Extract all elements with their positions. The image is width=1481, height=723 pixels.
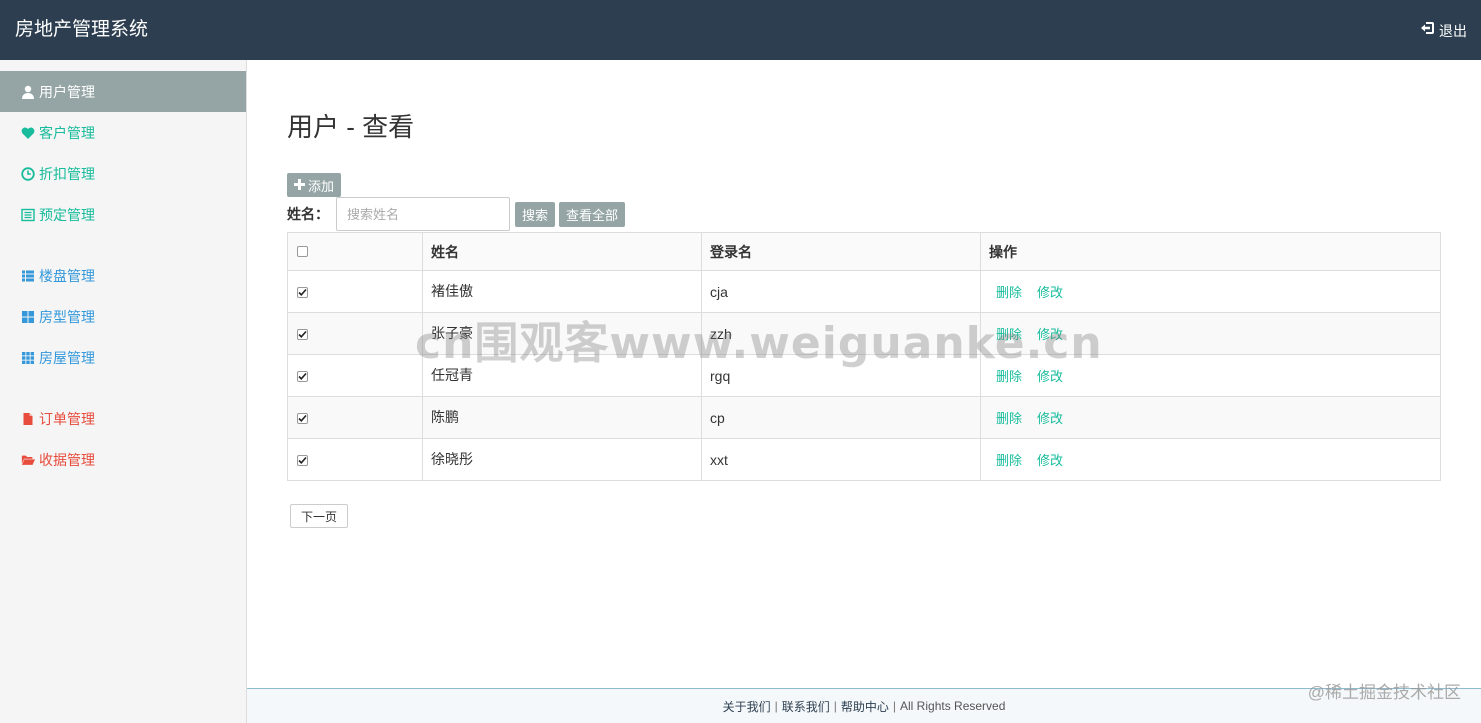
sidebar-item-label: 订单管理 (39, 410, 95, 427)
sidebar: 用户管理 客户管理 折扣管理 预定管理 楼盘管理 房型管理 房屋管理 订单管理 … (0, 60, 247, 723)
delete-link[interactable]: 删除 (996, 327, 1022, 342)
page-title: 用户 - 查看 (287, 112, 415, 142)
sidebar-item-users[interactable]: 用户管理 (0, 71, 246, 112)
app-title[interactable]: 房地产管理系统 (15, 17, 148, 43)
user-icon (20, 84, 35, 99)
view-all-button[interactable]: 查看全部 (559, 202, 626, 227)
user-name: 陈鹏 (431, 408, 459, 425)
sidebar-item-label: 客户管理 (39, 124, 95, 141)
table-row: 陈鹏 cp 删除 修改 (287, 396, 1441, 439)
heart-icon (20, 125, 35, 140)
edit-link[interactable]: 修改 (1037, 327, 1063, 342)
delete-link[interactable]: 删除 (996, 369, 1022, 384)
footer-help-link[interactable]: 帮助中心 (841, 698, 889, 715)
list-alt-icon (20, 207, 35, 222)
sidebar-item-label: 用户管理 (39, 83, 95, 100)
delete-link[interactable]: 删除 (996, 411, 1022, 426)
next-page-button[interactable]: 下一页 (290, 504, 349, 528)
header-actions: 操作 (980, 232, 1441, 271)
table-header-row: 姓名 登录名 操作 (287, 232, 1441, 271)
user-login: zzh (710, 325, 732, 342)
footer-rights: All Rights Reserved (900, 699, 1006, 713)
delete-link[interactable]: 删除 (996, 453, 1022, 468)
footer-separator: | (892, 699, 897, 713)
logout-icon (1420, 20, 1436, 41)
sidebar-item-label: 预定管理 (39, 206, 95, 223)
user-name: 褚佳傲 (431, 282, 473, 299)
select-all-cell (287, 232, 423, 271)
edit-link[interactable]: 修改 (1037, 285, 1063, 300)
add-button-label: 添加 (308, 178, 335, 194)
list-icon (20, 268, 35, 283)
main-content: 用户 - 查看 添加 姓名： 搜索 查看全部 姓名 登录名 操作 褚佳傲 cja… (247, 60, 1481, 688)
logout-label: 退出 (1439, 22, 1467, 39)
row-checkbox[interactable] (297, 370, 308, 382)
edit-link[interactable]: 修改 (1037, 453, 1063, 468)
user-name: 任冠青 (431, 366, 473, 383)
delete-link[interactable]: 删除 (996, 285, 1022, 300)
sidebar-item-label: 房屋管理 (39, 349, 95, 366)
th-large-icon (20, 309, 35, 324)
footer-separator: | (833, 699, 837, 713)
sidebar-item-houses[interactable]: 房屋管理 (0, 337, 246, 378)
plus-icon (294, 178, 305, 193)
sidebar-item-discounts[interactable]: 折扣管理 (0, 153, 246, 194)
user-login: cja (710, 283, 728, 300)
clock-icon (20, 166, 35, 181)
sidebar-item-buildings[interactable]: 楼盘管理 (0, 255, 246, 296)
sidebar-item-label: 楼盘管理 (39, 267, 95, 284)
footer: 关于我们 | 联系我们 | 帮助中心 | All Rights Reserved (247, 688, 1481, 723)
footer-separator: | (774, 699, 778, 713)
table-row: 徐晓彤 xxt 删除 修改 (287, 438, 1441, 481)
sidebar-item-receipts[interactable]: 收据管理 (0, 439, 246, 480)
table-row: 褚佳傲 cja 删除 修改 (287, 270, 1441, 313)
file-icon (20, 411, 35, 426)
user-login: rgq (710, 367, 731, 384)
sidebar-item-label: 折扣管理 (39, 165, 95, 182)
footer-contact-link[interactable]: 联系我们 (782, 698, 830, 715)
top-navbar: 房地产管理系统 退出 (0, 0, 1481, 60)
table-row: 张子豪 zzh 删除 修改 (287, 312, 1441, 355)
users-table: 姓名 登录名 操作 褚佳傲 cja 删除 修改 张子豪 zzh 删除 修改 任冠青 … (287, 232, 1441, 481)
header-name: 姓名 (422, 232, 702, 271)
row-checkbox[interactable] (297, 286, 308, 298)
row-checkbox[interactable] (297, 328, 308, 340)
add-user-button[interactable]: 添加 (287, 173, 342, 197)
select-all-checkbox[interactable] (297, 245, 308, 257)
user-login: cp (710, 409, 725, 426)
sidebar-item-reservations[interactable]: 预定管理 (0, 194, 246, 235)
row-checkbox[interactable] (297, 412, 308, 424)
user-name: 徐晓彤 (431, 450, 473, 467)
footer-about-link[interactable]: 关于我们 (723, 698, 771, 715)
edit-link[interactable]: 修改 (1037, 369, 1063, 384)
user-login: xxt (710, 451, 728, 468)
table-row: 任冠青 rgq 删除 修改 (287, 354, 1441, 397)
logout-button[interactable]: 退出 (1420, 20, 1467, 41)
header-login: 登录名 (701, 232, 981, 271)
search-input[interactable] (336, 197, 510, 231)
edit-link[interactable]: 修改 (1037, 411, 1063, 426)
th-icon (20, 350, 35, 365)
sidebar-item-customers[interactable]: 客户管理 (0, 112, 246, 153)
sidebar-item-label: 收据管理 (39, 451, 95, 468)
sidebar-item-room-types[interactable]: 房型管理 (0, 296, 246, 337)
folder-open-icon (20, 452, 35, 467)
search-button[interactable]: 搜索 (515, 202, 556, 227)
row-checkbox[interactable] (297, 454, 308, 466)
search-label: 姓名： (287, 206, 329, 222)
sidebar-item-orders[interactable]: 订单管理 (0, 398, 246, 439)
user-name: 张子豪 (431, 324, 473, 341)
sidebar-item-label: 房型管理 (39, 308, 95, 325)
